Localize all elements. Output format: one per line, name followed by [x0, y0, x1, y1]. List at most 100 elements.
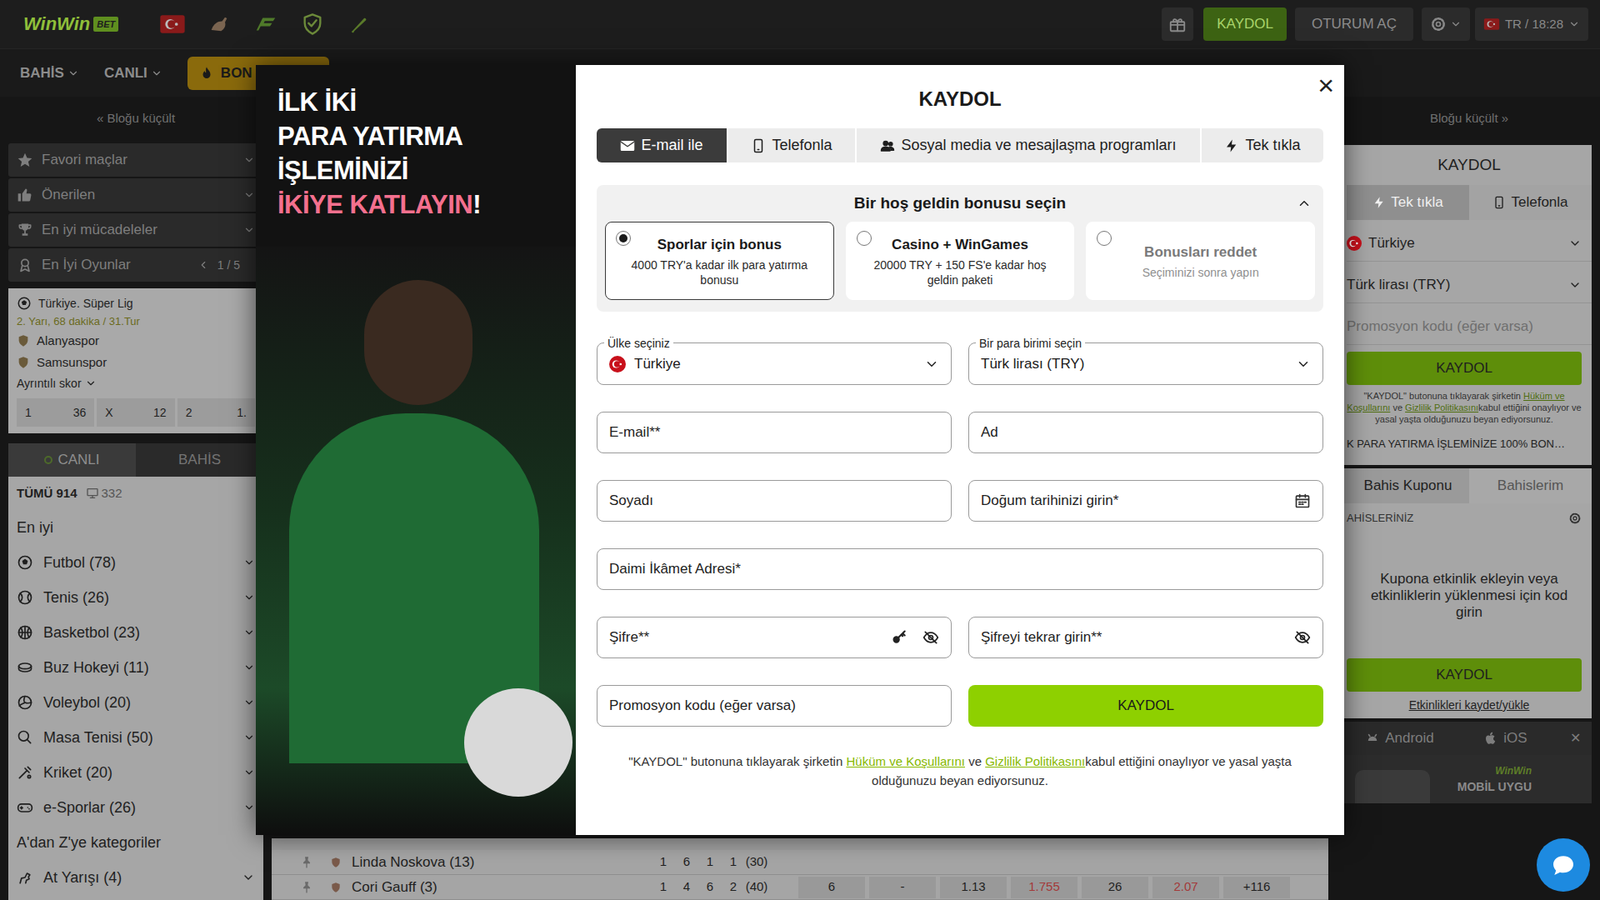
bonus-banner[interactable]: K PARA YATIRMA İŞLEMİNİZE 100% BON… [1346, 430, 1592, 459]
bonus-option[interactable]: Bonusları reddetSeçiminizi sonra yapın [1085, 221, 1315, 300]
sport-row[interactable]: Tenis (26) [8, 580, 264, 615]
odds-cell[interactable]: 26 [1081, 876, 1149, 899]
sidebar-tab[interactable]: BAHİS [135, 443, 264, 477]
promo-end: ! [472, 190, 481, 220]
event-row[interactable]: Cori Gauff (3)1462(40)6-1.131.755262.07+… [271, 875, 1329, 900]
sidebar-item[interactable]: En İyi Oyunlar1 / 5 [8, 248, 264, 282]
logo[interactable]: WinWinBET [23, 15, 119, 34]
slip-tab[interactable]: Bahislerim [1469, 468, 1592, 504]
collapse-button[interactable]: Bloğu küçült » [1430, 109, 1509, 129]
best-row[interactable]: En iyi [8, 510, 264, 545]
chat-button[interactable] [1536, 838, 1590, 892]
text-input[interactable] [609, 549, 1311, 590]
turkey-link[interactable] [158, 10, 187, 39]
text-input[interactable] [609, 480, 940, 521]
odds-cell[interactable]: 1.755 [1010, 876, 1078, 899]
privacy-link[interactable]: Gizlilik Politikasını [985, 754, 1085, 769]
event-row[interactable]: Linda Noskova (13)1611(30) [271, 850, 1329, 875]
sport-row[interactable]: Buz Hokeyi (11) [8, 650, 264, 685]
sport-row[interactable]: Masa Tenisi (50) [8, 720, 264, 755]
text-input[interactable] [980, 617, 1280, 658]
country-select[interactable]: Ülke seçinizTürkiye [596, 342, 952, 385]
nav-menu[interactable]: CANLI [104, 62, 163, 85]
match-card[interactable]: Türkiye. Süper Lig2. Yarı, 68 dakika / 3… [8, 288, 264, 434]
slip-submit[interactable]: KAYDOL [1346, 658, 1582, 692]
odds-cell[interactable]: 1.13 [940, 876, 1007, 899]
close-button[interactable]: × [1317, 68, 1335, 102]
promo-highlight-line: İKİYE KATLAYIN! [277, 187, 576, 222]
fire-icon [199, 65, 215, 81]
language-button[interactable]: TR / 18:28 [1475, 7, 1589, 41]
odds-cell[interactable]: 2.07 [1152, 876, 1220, 899]
odds-cell[interactable]: X12 [96, 398, 175, 427]
shield-link[interactable] [298, 10, 327, 39]
odds-cell[interactable]: 21. [177, 398, 255, 427]
register-tab[interactable]: Tek tıkla [1346, 185, 1470, 220]
gift-button[interactable] [1161, 7, 1194, 41]
register-tab[interactable]: Tek tıkla [1201, 128, 1324, 163]
terms-link[interactable]: Hüküm ve Koşullarını [845, 754, 965, 769]
cricket-link[interactable] [345, 10, 374, 39]
register-submit[interactable]: KAYDOL [1346, 351, 1582, 385]
currency-select[interactable]: Bir para birimi seçinTürk lirası (TRY) [968, 342, 1324, 385]
text-input[interactable] [609, 412, 940, 453]
register-tab[interactable]: E-mail ile [596, 128, 727, 163]
settings-button[interactable] [1421, 7, 1470, 41]
register-button[interactable]: KAYDOL [1203, 7, 1287, 41]
submit-button[interactable]: KAYDOL [968, 685, 1324, 727]
app-banner[interactable]: WinWinMOBİL UYGU [1336, 755, 1592, 804]
sidebar-tab[interactable]: CANLI [8, 443, 136, 477]
text-input[interactable] [980, 412, 1311, 453]
bonus-header[interactable]: Bir hoş geldin bonusu seçin [605, 185, 1315, 222]
odds-cell[interactable]: 6 [798, 876, 865, 899]
sport-row[interactable]: Basketbol (23) [8, 615, 264, 650]
all-row[interactable]: TÜMÜ 914332 [8, 476, 264, 510]
android-link[interactable]: Android [1336, 721, 1453, 755]
sport-row[interactable]: e-Sporlar (26) [8, 790, 264, 825]
details-toggle[interactable]: Ayrıntılı skor [16, 373, 255, 394]
crest-icon [330, 856, 342, 869]
country-select[interactable]: Türkiye [1346, 225, 1592, 262]
ios-link[interactable]: iOS [1452, 721, 1559, 755]
text-input[interactable] [980, 480, 1280, 521]
odds-cell[interactable]: 136 [16, 398, 95, 427]
save-load-link[interactable]: Etkinlikleri kaydet/yükle [1409, 696, 1530, 715]
bonus-option[interactable]: Sporlar için bonus4000 TRY'a kadar ilk p… [605, 221, 835, 300]
sidebar-item[interactable]: Önerilen [8, 178, 264, 212]
register-tab[interactable]: Sosyal media ve mesajlaşma programları [856, 128, 1200, 163]
sidebar-item[interactable]: En iyi mücadeleler [8, 213, 264, 247]
bonus-toggle[interactable] [1296, 195, 1312, 211]
text-input[interactable] [609, 685, 940, 726]
privacy-link[interactable]: Gizlilik Politikasını [1405, 402, 1479, 413]
promo-input[interactable] [1346, 308, 1592, 345]
nav-menu[interactable]: BAHİS [20, 62, 80, 85]
sport-row[interactable]: Futbol (78) [8, 545, 264, 580]
chevron-down-icon [67, 67, 80, 80]
register-tab[interactable]: Telefonla [1469, 185, 1592, 220]
sport-row[interactable]: Kriket (20) [8, 755, 264, 790]
odds-cell[interactable]: +116 [1223, 876, 1290, 899]
tab-label: Tek tıkla [1390, 191, 1443, 214]
chevron-down-icon [243, 154, 255, 166]
racing-link[interactable] [251, 10, 280, 39]
bonus-option[interactable]: Casino + WinGames20000 TRY + 150 FS'e ka… [845, 221, 1075, 300]
odds-cell[interactable]: - [869, 876, 936, 899]
slip-header: AHİSLERİNİZ [1346, 503, 1592, 534]
text-input[interactable] [609, 617, 876, 658]
sport-row[interactable]: Voleybol (20) [8, 685, 264, 720]
az-row[interactable]: A'dan Z'ye kategoriler [8, 825, 264, 860]
slip-tab[interactable]: Bahis Kuponu [1346, 468, 1470, 504]
register-tab[interactable]: Telefonla [728, 128, 855, 163]
radio-button[interactable] [1096, 230, 1112, 246]
collapse-button[interactable]: « Bloğu küçült [96, 109, 175, 129]
sport-label: Futbol (78) [43, 551, 234, 575]
radio-button[interactable] [856, 230, 872, 246]
users-icon [880, 138, 895, 154]
rooster-link[interactable] [205, 10, 234, 39]
login-button[interactable]: OTURUM AÇ [1295, 7, 1414, 41]
radio-button[interactable] [615, 230, 631, 246]
sidebar-item[interactable]: Favori maçlar [8, 143, 264, 177]
close-app-bar[interactable]: ✕ [1558, 728, 1592, 749]
currency-select[interactable]: Türk lirası (TRY) [1346, 266, 1592, 304]
sport-row[interactable]: At Yarışı (4) [8, 860, 264, 895]
